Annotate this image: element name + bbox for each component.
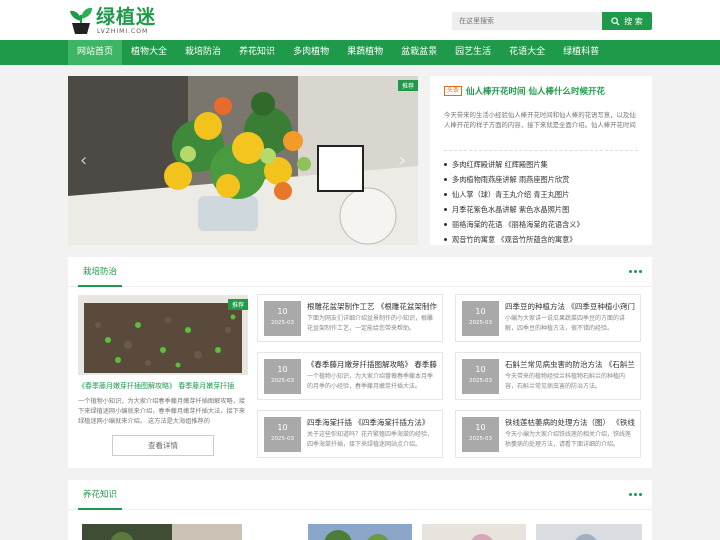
- section-flower-care: 养花知识: [68, 480, 652, 540]
- card-desc: 关于这些你知道吗？花卉繁殖四季海棠的经验，四季海棠扦插，接下来绿植迷网站点介绍。: [307, 431, 434, 448]
- section-header: 养花知识: [68, 480, 652, 510]
- card-day: 10: [475, 307, 486, 316]
- card-date: 10 2025-03: [462, 359, 499, 394]
- garden-photo: [82, 524, 242, 540]
- logo-url: LVZHIMI.COM: [97, 28, 149, 35]
- article-card[interactable]: 10 2025-03 铁线莲枯萎病的处理方法（图） 《铁线莲》 今天小编为大家介…: [455, 410, 641, 458]
- headline-list-item[interactable]: 仙人掌（球）青王丸介绍 青王丸图片: [444, 187, 638, 202]
- headline-panel: 头条 仙人棒开花时间 仙人棒什么时候开花 今天带来的生活小经验仙人棒开花时间和仙…: [430, 76, 652, 245]
- banner-prev-arrow-icon[interactable]: ‹: [80, 150, 87, 171]
- card-day: 10: [277, 423, 288, 432]
- nav-item-home[interactable]: 网站首页: [68, 40, 123, 65]
- nav-item-flower-language[interactable]: 花语大全: [500, 40, 554, 65]
- card-desc: 小编为大家讲一说瓜果蔬菜四季豆的方面的讲解，四季豆的种植方法，很不错的经验。: [505, 315, 626, 332]
- thumbnail-row: [82, 524, 642, 540]
- garden-photo: [422, 524, 526, 540]
- card-title[interactable]: 《春季藤月嫩芽扦插图解攻略》 春季藤月嫩芽扦插: [307, 359, 437, 370]
- section-cultivation: 栽培防治 推荐 《春季藤月嫩芽扦插图解攻略》 春季藤月嫩芽扦插 一个植物小知识，…: [68, 257, 652, 468]
- banner-image: [68, 76, 418, 245]
- article-card[interactable]: 10 2025-03 四季豆的种植方法 《四季豆种植小窍门》 小编为大家讲一说瓜…: [455, 294, 641, 342]
- banner-carousel[interactable]: 推荐 ‹ ›: [68, 76, 418, 245]
- nav-list: 网站首页 植物大全 栽培防治 养花知识 多肉植物 果蔬植物 盆栽盆景 园艺生活 …: [68, 40, 608, 65]
- search-input[interactable]: [452, 12, 602, 30]
- headline-title-row[interactable]: 头条 仙人棒开花时间 仙人棒什么时候开花: [444, 84, 638, 98]
- card-year-month: 2025-03: [469, 436, 492, 442]
- card-desc: 今天带来的植物经验兰科植物石斛兰的种植内容，石斛兰常见病虫害的防治方法。: [505, 373, 626, 390]
- feature-title[interactable]: 《春季藤月嫩芽扦插图解攻略》 春季藤月嫩芽扦插: [78, 381, 248, 391]
- article-card[interactable]: 10 2025-03 根雕花盆架制作工艺 《根雕花盆架制作工艺》 下面为网友们详…: [257, 294, 443, 342]
- card-date: 10 2025-03: [462, 417, 499, 452]
- site-logo[interactable]: 绿植迷 LVZHIMI.COM: [68, 5, 155, 35]
- feature-tag: 推荐: [227, 299, 248, 310]
- card-year-month: 2025-03: [469, 378, 492, 384]
- nav-item-plant-science[interactable]: 绿植科普: [554, 40, 608, 65]
- main-nav: 网站首页 植物大全 栽培防治 养花知识 多肉植物 果蔬植物 盆栽盆景 园艺生活 …: [0, 40, 720, 65]
- headline-list-item[interactable]: 多肉植物雨燕座讲解 雨燕座图片欣赏: [444, 172, 638, 187]
- card-date: 10 2025-03: [264, 301, 301, 336]
- card-year-month: 2025-03: [271, 320, 294, 326]
- headline-divider: [444, 150, 638, 151]
- thumbnail-image[interactable]: [422, 524, 526, 540]
- headline-list-item[interactable]: 月季花紫色水晶讲解 紫色水晶照片图: [444, 202, 638, 217]
- nav-item-bonsai[interactable]: 盆栽盆景: [392, 40, 446, 65]
- headline-list-item[interactable]: 多肉红辉殿讲解 红辉殿图片集: [444, 157, 638, 172]
- search-button[interactable]: 搜 索: [602, 12, 652, 30]
- headline-list: 多肉红辉殿讲解 红辉殿图片集 多肉植物雨燕座讲解 雨燕座图片欣赏 仙人掌（球）青…: [444, 157, 638, 247]
- search-icon: [611, 16, 620, 26]
- headline-title[interactable]: 仙人棒开花时间 仙人棒什么时候开花: [466, 85, 605, 97]
- card-title[interactable]: 铁线莲枯萎病的处理方法（图） 《铁线莲》: [505, 417, 635, 428]
- nav-item-succulents[interactable]: 多肉植物: [284, 40, 338, 65]
- site-header: 绿植迷 LVZHIMI.COM 搜 索: [0, 0, 720, 40]
- article-card[interactable]: 10 2025-03 《春季藤月嫩芽扦插图解攻略》 春季藤月嫩芽扦插 一个植物小…: [257, 352, 443, 400]
- card-desc: 下面为网友们详细介绍盆景制作的小知识，根雕花盆架制作工艺，一定能给您带来帮助。: [307, 315, 434, 332]
- card-date: 10 2025-03: [264, 417, 301, 452]
- card-day: 10: [277, 365, 288, 374]
- headline-desc: 今天带来的生活小经验仙人棒开花时间和仙人棒的花语写意，以及仙人棒开花的样子方面的…: [444, 111, 636, 129]
- banner-tag: 推荐: [397, 80, 418, 91]
- logo-text: 绿植迷: [96, 6, 157, 28]
- headline-list-item[interactable]: 丽格海棠的花语 《丽格海棠的花语含义》: [444, 217, 638, 232]
- card-desc: 一个植物小知识，为大家介绍蔷薇春季藤本月季的月季的小经验，春季藤月嫩芽扦插大法。: [307, 373, 434, 390]
- banner-next-arrow-icon[interactable]: ›: [399, 150, 406, 171]
- nav-item-garden-life[interactable]: 园艺生活: [446, 40, 500, 65]
- card-title[interactable]: 石斛兰常见病虫害的防治方法 《石斛兰病虫害》: [505, 359, 635, 370]
- card-date: 10 2025-03: [462, 301, 499, 336]
- nav-item-plants[interactable]: 植物大全: [122, 40, 176, 65]
- section-header: 栽培防治: [68, 257, 652, 287]
- card-title[interactable]: 四季豆的种植方法 《四季豆种植小窍门》: [505, 301, 635, 312]
- section-title[interactable]: 栽培防治: [78, 257, 123, 287]
- view-details-button[interactable]: 查看详情: [112, 435, 214, 456]
- search-button-label: 搜 索: [624, 16, 643, 26]
- thumbnail-image[interactable]: [82, 524, 242, 540]
- card-title[interactable]: 根雕花盆架制作工艺 《根雕花盆架制作工艺》: [307, 301, 437, 312]
- thumbnail-image[interactable]: [536, 524, 642, 540]
- card-day: 10: [277, 307, 288, 316]
- feature-image[interactable]: 推荐: [78, 295, 248, 375]
- thumbnail-image[interactable]: [308, 524, 412, 540]
- seedling-tray-image: [78, 295, 248, 375]
- garden-photo: [308, 524, 412, 540]
- card-day: 10: [475, 423, 486, 432]
- article-card[interactable]: 10 2025-03 石斛兰常见病虫害的防治方法 《石斛兰病虫害》 今天带来的植…: [455, 352, 641, 400]
- nav-item-flower-care[interactable]: 养花知识: [230, 40, 284, 65]
- garden-photo: [536, 524, 642, 540]
- article-card[interactable]: 10 2025-03 四季海棠扦插 《四季海棠扦插方法》 关于这些你知道吗？花卉…: [257, 410, 443, 458]
- more-dots-icon[interactable]: [629, 493, 642, 496]
- card-year-month: 2025-03: [271, 436, 294, 442]
- card-date: 10 2025-03: [264, 359, 301, 394]
- card-desc: 今天小编为大家介绍铁线莲的相关介绍，铁线莲枯萎病的处理方法，请看下面详细的介绍。: [505, 431, 632, 448]
- headline-tag: 头条: [444, 86, 463, 96]
- card-day: 10: [475, 365, 486, 374]
- more-dots-icon[interactable]: [629, 270, 642, 273]
- card-year-month: 2025-03: [271, 378, 294, 384]
- section-title[interactable]: 养花知识: [78, 480, 123, 510]
- nav-item-fruit-veg[interactable]: 果蔬植物: [338, 40, 392, 65]
- card-year-month: 2025-03: [469, 320, 492, 326]
- card-title[interactable]: 四季海棠扦插 《四季海棠扦插方法》: [307, 417, 437, 428]
- feature-article[interactable]: 推荐 《春季藤月嫩芽扦插图解攻略》 春季藤月嫩芽扦插 一个植物小知识，为大家介绍…: [78, 295, 248, 456]
- headline-list-item[interactable]: 观音竹的寓意 《观音竹所蕴含的寓意》: [444, 232, 638, 247]
- feature-desc: 一个植物小知识，为大家介绍春季藤月嫩芽扦插图解攻略，接下来绿植迷网小编就来介绍，…: [78, 398, 246, 425]
- sprout-pot-icon: [70, 7, 92, 34]
- nav-item-cultivation[interactable]: 栽培防治: [176, 40, 230, 65]
